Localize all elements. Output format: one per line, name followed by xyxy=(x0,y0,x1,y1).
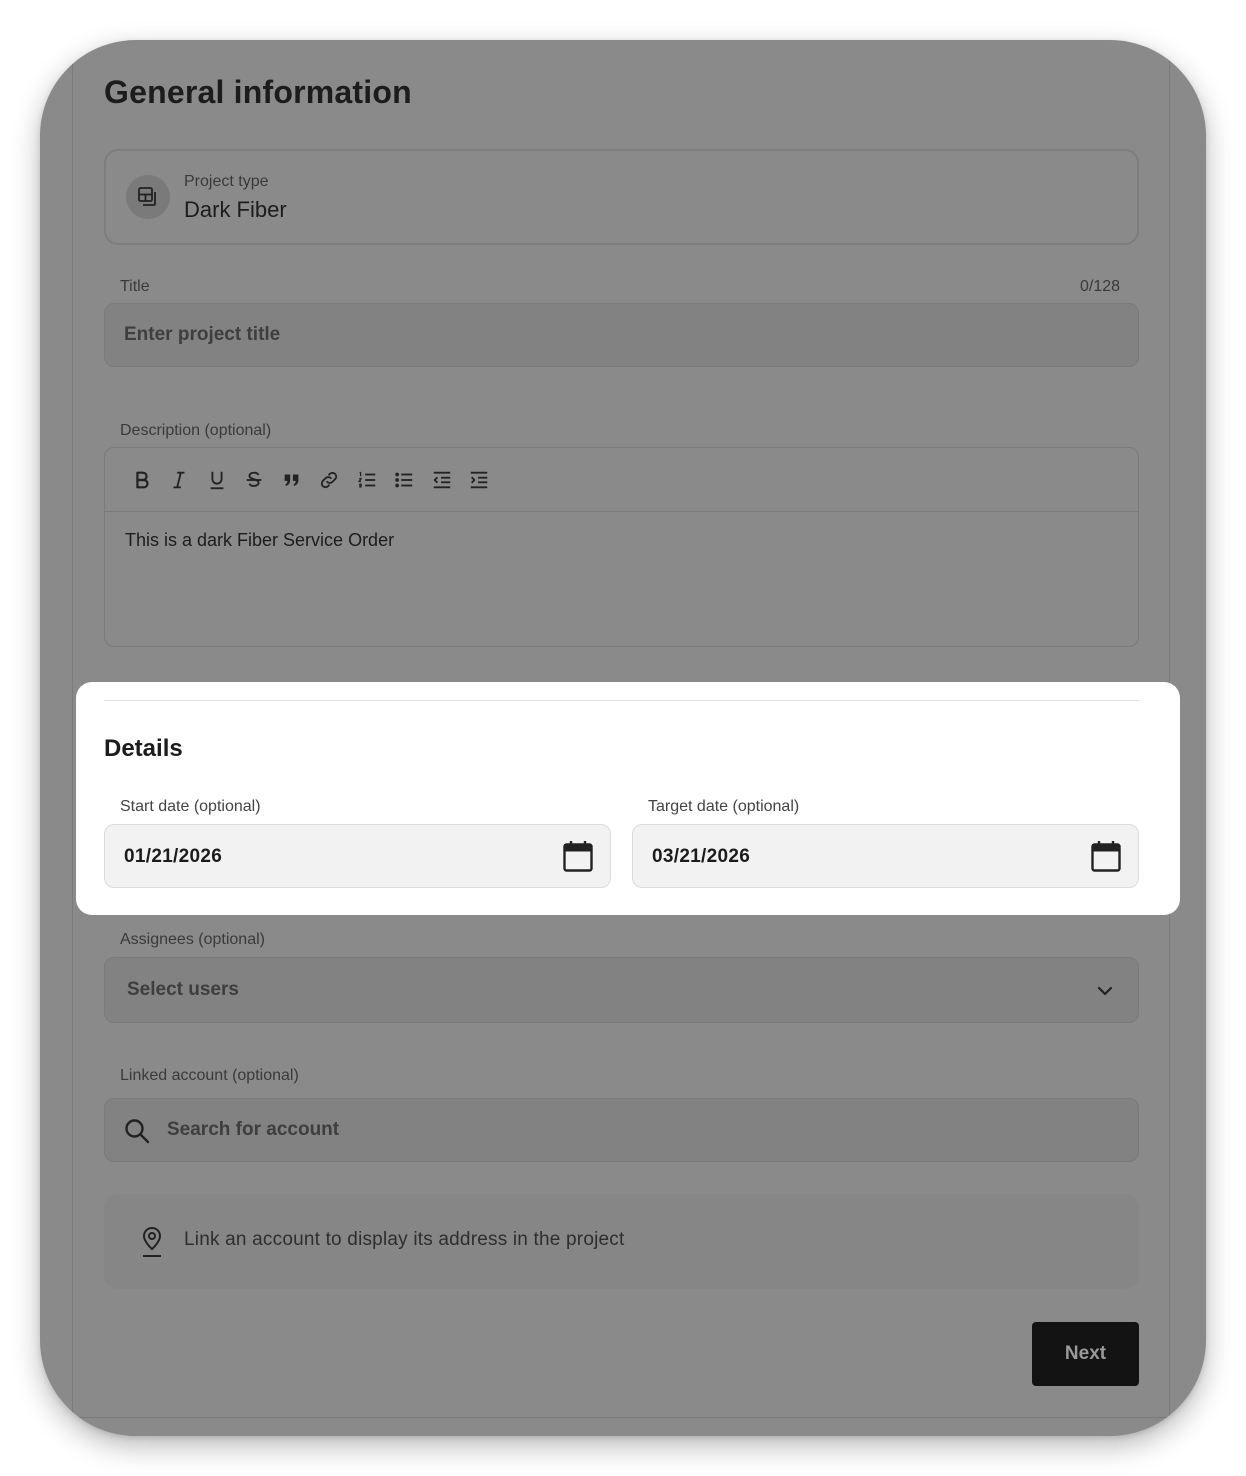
start-date-label: Start date (optional) xyxy=(120,798,261,815)
project-type-label: Project type xyxy=(184,173,269,190)
next-button[interactable]: Next xyxy=(1032,1322,1139,1386)
description-text: This is a dark Fiber Service Order xyxy=(125,530,395,550)
assignees-placeholder: Select users xyxy=(127,979,239,1000)
search-icon xyxy=(125,1119,150,1144)
target-date-input[interactable]: 03/21/2026 xyxy=(632,824,1139,888)
title-input[interactable]: Enter project title xyxy=(104,303,1139,367)
editor-toolbar xyxy=(105,448,1138,512)
calendar-icon[interactable] xyxy=(1091,840,1121,872)
start-date-value: 01/21/2026 xyxy=(124,846,223,867)
bold-icon[interactable] xyxy=(123,464,161,496)
description-editor[interactable]: This is a dark Fiber Service Order xyxy=(104,447,1139,647)
title-char-counter: 0/128 xyxy=(1080,278,1121,295)
location-pin-icon xyxy=(142,1226,162,1257)
account-search-placeholder: Search for account xyxy=(167,1119,340,1140)
linked-account-label: Linked account (optional) xyxy=(120,1067,299,1084)
address-info-text: Link an account to display its address i… xyxy=(184,1229,625,1250)
quote-icon[interactable] xyxy=(273,464,311,496)
assignees-select[interactable]: Select users xyxy=(104,957,1139,1023)
strikethrough-icon[interactable] xyxy=(236,464,274,496)
underline-icon[interactable] xyxy=(198,464,236,496)
link-icon[interactable] xyxy=(311,464,349,496)
target-date-label: Target date (optional) xyxy=(648,798,800,815)
bullet-list-icon[interactable] xyxy=(386,464,424,496)
panel-border-bottom xyxy=(72,1417,1170,1418)
page-title: General information xyxy=(104,74,412,110)
details-section: Details Start date (optional) 01/21/2026… xyxy=(76,682,1180,915)
assignees-label: Assignees (optional) xyxy=(120,931,265,948)
title-label: Title xyxy=(120,278,150,295)
address-info-box: Link an account to display its address i… xyxy=(104,1194,1139,1289)
project-type-card[interactable]: Project type Dark Fiber xyxy=(104,149,1139,245)
indent-icon[interactable] xyxy=(461,464,499,496)
calendar-icon[interactable] xyxy=(563,840,593,872)
section-divider xyxy=(104,700,1139,701)
outdent-icon[interactable] xyxy=(423,464,461,496)
target-date-value: 03/21/2026 xyxy=(652,846,751,867)
description-label: Description (optional) xyxy=(120,422,272,439)
project-type-value: Dark Fiber xyxy=(184,197,287,222)
title-input-placeholder: Enter project title xyxy=(124,324,281,345)
details-title: Details xyxy=(104,735,183,762)
italic-icon[interactable] xyxy=(161,464,199,496)
start-date-input[interactable]: 01/21/2026 xyxy=(104,824,611,888)
chevron-down-icon xyxy=(1097,986,1113,996)
panel-border-left xyxy=(72,40,73,1436)
project-type-icon xyxy=(126,175,170,219)
account-search-input[interactable]: Search for account xyxy=(104,1098,1139,1162)
ordered-list-icon[interactable] xyxy=(348,464,386,496)
